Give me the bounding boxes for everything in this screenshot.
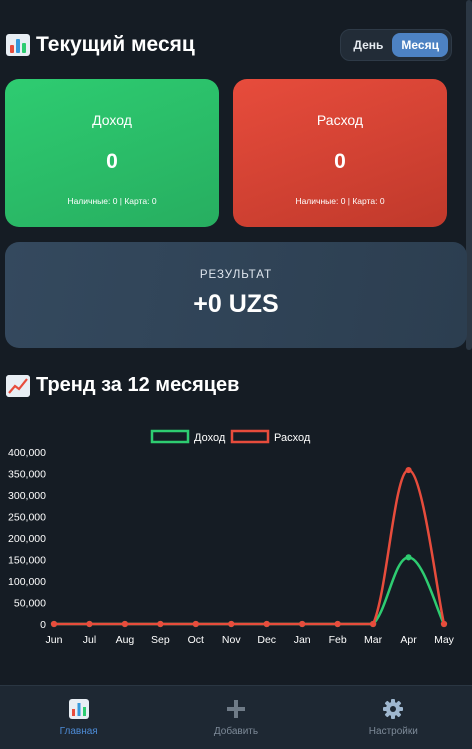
data-point: [121, 620, 129, 628]
trend-chart-icon: [6, 374, 30, 397]
y-tick-label: 250,000: [8, 512, 46, 524]
income-card: Доход 0 Наличные: 0 | Карта: 0: [5, 79, 219, 227]
legend-label: Доход: [194, 432, 226, 444]
x-tick-label: Dec: [257, 634, 276, 646]
data-point: [157, 620, 164, 628]
page-title: Текущий месяц: [36, 33, 195, 56]
x-tick-label: Mar: [364, 634, 383, 646]
nav-label-add: Добавить: [213, 725, 259, 737]
data-point: [263, 620, 270, 628]
bar-chart-icon: [6, 34, 30, 56]
y-tick-label: 100,000: [8, 576, 46, 588]
nav-label-settings: Настройки: [368, 725, 418, 737]
x-tick-label: Apr: [400, 634, 417, 646]
x-tick-label: Jun: [46, 634, 63, 646]
data-point: [86, 620, 93, 628]
x-tick-label: Feb: [329, 634, 347, 646]
period-month-button[interactable]: Месяц: [392, 33, 448, 57]
x-tick-label: Jan: [294, 634, 311, 646]
data-point: [50, 620, 58, 628]
y-tick-label: 400,000: [8, 447, 46, 459]
x-tick-label: Oct: [188, 634, 204, 646]
y-tick-label: 200,000: [8, 533, 46, 545]
nav-item-settings[interactable]: Настройки: [323, 698, 463, 737]
trend-header: Тренд за 12 месяцев: [6, 374, 239, 397]
data-point: [334, 620, 341, 628]
nav-item-home[interactable]: Главная: [9, 698, 149, 737]
x-tick-label: Aug: [116, 634, 135, 646]
x-tick-label: Nov: [222, 634, 241, 646]
income-value: 0: [106, 150, 118, 173]
data-point: [405, 554, 412, 561]
x-tick-label: May: [434, 634, 455, 646]
y-tick-label: 50,000: [14, 598, 46, 610]
result-card: РЕЗУЛЬТАТ +0 UZS: [5, 242, 467, 348]
bottom-nav: Главная Добавить Настройки: [0, 685, 472, 749]
legend-label: Расход: [274, 432, 311, 444]
header: Текущий месяц День Месяц: [6, 28, 452, 62]
expense-card: Расход 0 Наличные: 0 | Карта: 0: [233, 79, 447, 227]
nav-label-home: Главная: [59, 725, 98, 737]
expense-label: Расход: [316, 112, 364, 128]
legend-swatch: [150, 429, 190, 444]
expense-value: 0: [334, 150, 346, 173]
trend-title: Тренд за 12 месяцев: [36, 374, 240, 396]
income-breakdown: Наличные: 0 | Карта: 0: [67, 196, 157, 206]
x-tick-label: Sep: [151, 634, 170, 646]
nav-item-add[interactable]: Добавить: [166, 699, 306, 737]
expense-breakdown: Наличные: 0 | Карта: 0: [295, 196, 385, 206]
bar-chart-icon: [68, 698, 89, 719]
data-point: [228, 620, 235, 628]
trend-chart: 0 50,000 100,000 150,000 200,000 250,000 300,0…: [8, 429, 455, 646]
y-tick-label: 0: [40, 619, 46, 631]
result-value: +0 UZS: [193, 290, 279, 318]
result-label: РЕЗУЛЬТАТ: [199, 269, 273, 281]
data-point: [192, 620, 199, 628]
legend-swatch: [230, 429, 270, 444]
period-day-button[interactable]: День: [344, 33, 392, 57]
x-tick-label: Jul: [83, 634, 96, 646]
data-point: [299, 620, 306, 628]
period-toggle: День Месяц: [340, 29, 452, 61]
income-label: Доход: [92, 112, 132, 128]
y-tick-label: 300,000: [8, 490, 46, 502]
title-wrap: Текущий месяц: [6, 33, 195, 57]
gear-icon: [383, 698, 404, 719]
y-tick-label: 150,000: [8, 555, 46, 567]
plus-icon: [226, 699, 246, 719]
y-tick-label: 350,000: [8, 469, 46, 481]
data-point: [369, 620, 377, 628]
data-point: [405, 466, 412, 474]
data-point: [440, 620, 448, 628]
